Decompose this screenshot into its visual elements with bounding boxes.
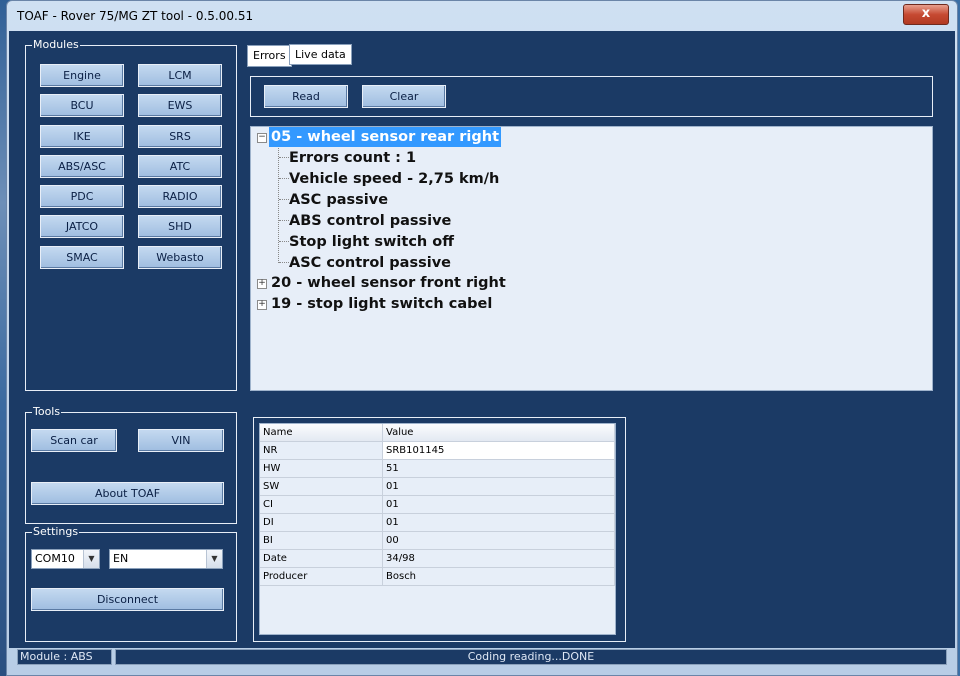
close-button[interactable]: x — [903, 4, 949, 25]
module-button-atc[interactable]: ATC — [138, 155, 222, 178]
tree-branch-line — [279, 178, 289, 179]
status-module: Module : ABS — [17, 649, 112, 665]
error-tree[interactable]: − 05 - wheel sensor rear right Errors co… — [250, 126, 933, 391]
tools-group-label: Tools — [32, 405, 62, 419]
tree-branch-line — [279, 241, 289, 242]
table-row-value: 34/98 — [383, 550, 615, 568]
tree-branch-line — [279, 199, 289, 200]
module-button-radio[interactable]: RADIO — [138, 185, 222, 208]
tree-branch-line — [279, 262, 289, 263]
tree-child[interactable]: Errors count : 1 — [289, 148, 416, 168]
vin-button[interactable]: VIN — [138, 429, 224, 452]
com-port-value: COM10 — [35, 552, 75, 565]
title-bar[interactable]: TOAF - Rover 75/MG ZT tool - 0.5.00.51 x — [7, 1, 957, 31]
module-button-abs-asc[interactable]: ABS/ASC — [40, 155, 124, 178]
about-button[interactable]: About TOAF — [31, 482, 224, 505]
table-row-value: 01 — [383, 478, 615, 496]
disconnect-button[interactable]: Disconnect — [31, 588, 224, 611]
tree-node-05[interactable]: 05 - wheel sensor rear right — [269, 127, 501, 147]
modules-group: Modules Engine LCM BCU EWS IKE SRS ABS/A… — [25, 38, 237, 391]
info-table[interactable]: Name Value NR SRB101145 HW 51 SW 01 CI 0… — [259, 423, 616, 635]
tree-node-19[interactable]: 19 - stop light switch cabel — [271, 294, 492, 314]
scan-car-button[interactable]: Scan car — [31, 429, 117, 452]
tree-node-20[interactable]: 20 - wheel sensor front right — [271, 273, 506, 293]
status-module-text: Module : ABS — [20, 650, 93, 663]
app-window: TOAF - Rover 75/MG ZT tool - 0.5.00.51 x… — [6, 0, 958, 676]
module-button-ike[interactable]: IKE — [40, 125, 124, 148]
com-port-select[interactable]: COM10 ▼ — [31, 549, 100, 569]
module-button-srs[interactable]: SRS — [138, 125, 222, 148]
tree-child[interactable]: ABS control passive — [289, 211, 451, 231]
table-row-value: Bosch — [383, 568, 615, 586]
module-button-shd[interactable]: SHD — [138, 215, 222, 238]
tab-live-data[interactable]: Live data — [289, 44, 352, 65]
expand-icon[interactable]: + — [257, 300, 267, 310]
read-button[interactable]: Read — [264, 85, 348, 108]
table-row-name: SW — [260, 478, 383, 496]
table-row-name: DI — [260, 514, 383, 532]
status-message-text: Coding reading...DONE — [467, 650, 595, 663]
window-title: TOAF - Rover 75/MG ZT tool - 0.5.00.51 — [17, 9, 254, 23]
tree-child[interactable]: ASC control passive — [289, 253, 451, 273]
clear-button[interactable]: Clear — [362, 85, 446, 108]
module-button-pdc[interactable]: PDC — [40, 185, 124, 208]
settings-group-label: Settings — [32, 525, 80, 539]
tree-child[interactable]: Stop light switch off — [289, 232, 454, 252]
table-row-name: Date — [260, 550, 383, 568]
module-button-lcm[interactable]: LCM — [138, 64, 222, 87]
table-row-name: BI — [260, 532, 383, 550]
modules-group-label: Modules — [32, 38, 80, 52]
module-button-ews[interactable]: EWS — [138, 94, 222, 117]
client-area: Modules Engine LCM BCU EWS IKE SRS ABS/A… — [9, 31, 955, 665]
language-value: EN — [113, 552, 129, 565]
tree-branch-line — [278, 145, 279, 263]
tree-child[interactable]: ASC passive — [289, 190, 388, 210]
tree-child[interactable]: Vehicle speed - 2,75 km/h — [289, 169, 499, 189]
info-table-frame: Name Value NR SRB101145 HW 51 SW 01 CI 0… — [253, 417, 626, 642]
table-row-name: CI — [260, 496, 383, 514]
table-row-value: SRB101145 — [383, 442, 615, 460]
table-row-value: 01 — [383, 496, 615, 514]
table-row-name: Producer — [260, 568, 383, 586]
action-bar: Read Clear — [250, 76, 933, 117]
tree-branch-line — [279, 157, 289, 158]
expand-icon[interactable]: + — [257, 279, 267, 289]
module-button-webasto[interactable]: Webasto — [138, 246, 222, 269]
table-row-value: 51 — [383, 460, 615, 478]
table-row-name: HW — [260, 460, 383, 478]
module-button-bcu[interactable]: BCU — [40, 94, 124, 117]
chevron-down-icon[interactable]: ▼ — [83, 550, 99, 568]
chevron-down-icon[interactable]: ▼ — [206, 550, 222, 568]
tab-errors[interactable]: Errors — [247, 45, 292, 67]
tools-group: Tools Scan car VIN About TOAF — [25, 405, 237, 524]
column-header-value[interactable]: Value — [383, 424, 615, 442]
status-message: Coding reading...DONE — [115, 649, 947, 665]
collapse-icon[interactable]: − — [257, 133, 267, 143]
module-button-smac[interactable]: SMAC — [40, 246, 124, 269]
settings-group: Settings COM10 ▼ EN ▼ Disconnect — [25, 525, 237, 642]
column-header-name[interactable]: Name — [260, 424, 383, 442]
table-row-value: 01 — [383, 514, 615, 532]
module-button-engine[interactable]: Engine — [40, 64, 124, 87]
module-button-jatco[interactable]: JATCO — [40, 215, 124, 238]
table-row-name: NR — [260, 442, 383, 460]
table-row-value: 00 — [383, 532, 615, 550]
tree-branch-line — [279, 220, 289, 221]
language-select[interactable]: EN ▼ — [109, 549, 223, 569]
